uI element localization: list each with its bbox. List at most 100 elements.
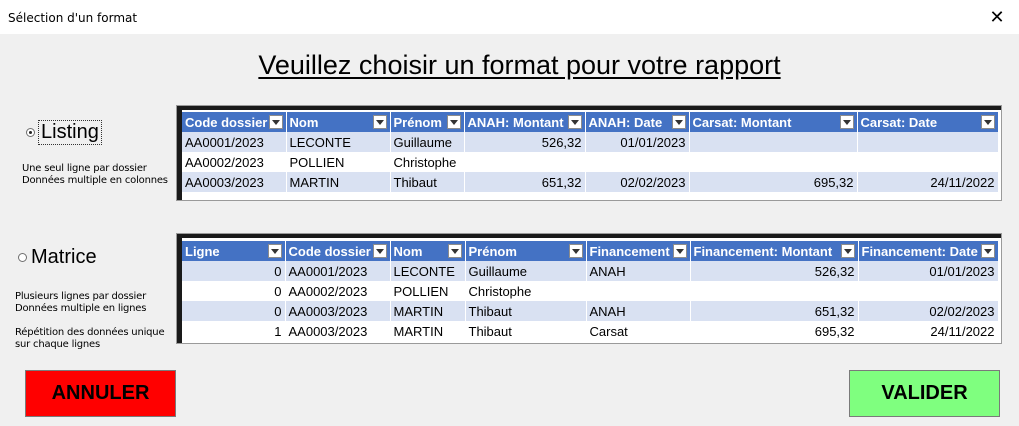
table-cell: [690, 281, 859, 301]
table-cell: POLLIEN: [286, 152, 391, 172]
close-icon[interactable]: ✕: [975, 0, 1019, 34]
table-cell: 02/02/2023: [858, 301, 999, 321]
listing-column-header-label: Carsat: Montant: [692, 114, 792, 130]
table-cell: [586, 281, 691, 301]
table-cell: 0: [182, 261, 286, 281]
table-cell: AA0003/2023: [182, 172, 287, 192]
radio-matrice-label[interactable]: Matrice: [31, 246, 97, 269]
table-cell: Thibaut: [390, 172, 465, 192]
table-cell: [689, 152, 858, 172]
table-row: 0 AA0002/2023 POLLIEN Christophe: [182, 281, 999, 301]
table-cell: [857, 132, 999, 152]
table-cell: AA0003/2023: [285, 301, 391, 321]
matrice-column-header-label: Code dossier: [288, 243, 371, 259]
table-cell: LECONTE: [390, 261, 466, 281]
table-cell: 24/11/2022: [858, 321, 999, 341]
table-cell: ANAH: [586, 261, 691, 281]
filter-dropdown-icon[interactable]: [268, 115, 283, 129]
radio-matrice[interactable]: Matrice: [18, 246, 97, 269]
matrice-column-header-label: Financement: Montant: [693, 243, 833, 259]
validate-button[interactable]: VALIDER: [849, 370, 1000, 417]
listing-preview-table: Code dossier Nom Prénom ANAH: Montant ANAH: …: [176, 105, 1002, 201]
listing-column-header: Carsat: Date: [857, 112, 999, 132]
table-cell: AA0001/2023: [182, 132, 287, 152]
listing-column-header-label: ANAH: Date: [588, 114, 663, 130]
listing-column-header: Prénom: [390, 112, 465, 132]
table-cell: [857, 152, 999, 172]
filter-dropdown-icon[interactable]: [839, 115, 854, 129]
listing-column-header: Code dossier: [182, 112, 287, 132]
listing-column-header: ANAH: Date: [585, 112, 690, 132]
table-cell: Guillaume: [390, 132, 465, 152]
table-cell: MARTIN: [390, 321, 466, 341]
matrice-desc-line: Répétition des données unique: [15, 327, 165, 338]
matrice-column-header-label: Prénom: [468, 243, 517, 259]
listing-column-header-label: Carsat: Date: [860, 114, 938, 130]
table-cell: MARTIN: [286, 172, 391, 192]
filter-dropdown-icon[interactable]: [980, 115, 995, 129]
title-bar: Sélection d'un format ✕: [0, 0, 1019, 34]
table-cell: AA0002/2023: [285, 281, 391, 301]
listing-column-header: Nom: [286, 112, 391, 132]
window-title: Sélection d'un format: [8, 11, 138, 25]
table-row: 1 AA0003/2023 MARTIN Thibaut Carsat 695,32 24/…: [182, 321, 999, 341]
filter-dropdown-icon[interactable]: [267, 244, 282, 258]
listing-column-header-label: Code dossier: [185, 114, 268, 130]
table-cell: 24/11/2022: [857, 172, 999, 192]
matrice-description: Plusieurs lignes par dossier Données mul…: [15, 291, 165, 351]
matrice-preview-table: Ligne Code dossier Nom Prénom Financement Fin…: [176, 233, 1002, 344]
table-row: AA0002/2023 POLLIEN Christophe: [182, 152, 999, 172]
table-cell: LECONTE: [286, 132, 391, 152]
table-row: 0 AA0001/2023 LECONTE Guillaume ANAH 526,32 01…: [182, 261, 999, 281]
listing-column-header: Carsat: Montant: [689, 112, 858, 132]
table-cell: AA0001/2023: [285, 261, 391, 281]
table-cell: 01/01/2023: [585, 132, 690, 152]
filter-dropdown-icon[interactable]: [447, 244, 462, 258]
filter-dropdown-icon[interactable]: [372, 244, 387, 258]
table-cell: 0: [182, 301, 286, 321]
filter-dropdown-icon[interactable]: [840, 244, 855, 258]
matrice-desc-line: sur chaque lignes: [15, 339, 101, 350]
matrice-column-header-label: Financement: [589, 243, 670, 259]
matrice-column-header: Financement: Montant: [690, 241, 859, 261]
listing-desc-line: Une seul ligne par dossier: [22, 163, 147, 174]
table-cell: ANAH: [586, 301, 691, 321]
filter-dropdown-icon[interactable]: [980, 244, 995, 258]
table-cell: 695,32: [690, 321, 859, 341]
table-cell: Guillaume: [465, 261, 587, 281]
radio-listing-label[interactable]: Listing: [38, 120, 102, 145]
radio-unselected-icon[interactable]: [18, 253, 27, 262]
table-cell: 695,32: [689, 172, 858, 192]
radio-selected-icon[interactable]: [26, 128, 35, 137]
table-cell: Christophe: [390, 152, 465, 172]
table-cell: AA0003/2023: [285, 321, 391, 341]
table-cell: 526,32: [690, 261, 859, 281]
filter-dropdown-icon[interactable]: [446, 115, 461, 129]
filter-dropdown-icon[interactable]: [671, 115, 686, 129]
table-row: AA0003/2023 MARTIN Thibaut 651,32 02/02/2023…: [182, 172, 999, 192]
matrice-column-header-label: Financement: Date: [861, 243, 978, 259]
filter-dropdown-icon[interactable]: [568, 244, 583, 258]
table-row: AA0001/2023 LECONTE Guillaume 526,32 01/01/2…: [182, 132, 999, 152]
filter-dropdown-icon[interactable]: [672, 244, 687, 258]
table-cell: [585, 152, 690, 172]
matrice-column-header: Ligne: [182, 241, 286, 261]
matrice-column-header: Prénom: [465, 241, 587, 261]
table-cell: [464, 152, 586, 172]
table-cell: 651,32: [690, 301, 859, 321]
matrice-column-header: Financement: [586, 241, 691, 261]
matrice-desc-spacer: [15, 315, 164, 327]
radio-listing[interactable]: Listing: [26, 120, 102, 145]
listing-header-row: Code dossier Nom Prénom ANAH: Montant ANAH: …: [182, 112, 999, 132]
table-row: 0 AA0003/2023 MARTIN Thibaut ANAH 651,32 02/02…: [182, 301, 999, 321]
table-cell: 0: [182, 281, 286, 301]
filter-dropdown-icon[interactable]: [567, 115, 582, 129]
table-cell: AA0002/2023: [182, 152, 287, 172]
table-cell: Thibaut: [465, 321, 587, 341]
listing-column-header-label: ANAH: Montant: [467, 114, 564, 130]
table-cell: 01/01/2023: [858, 261, 999, 281]
table-cell: Christophe: [465, 281, 587, 301]
table-cell: POLLIEN: [390, 281, 466, 301]
cancel-button[interactable]: ANNULER: [25, 370, 176, 417]
filter-dropdown-icon[interactable]: [372, 115, 387, 129]
